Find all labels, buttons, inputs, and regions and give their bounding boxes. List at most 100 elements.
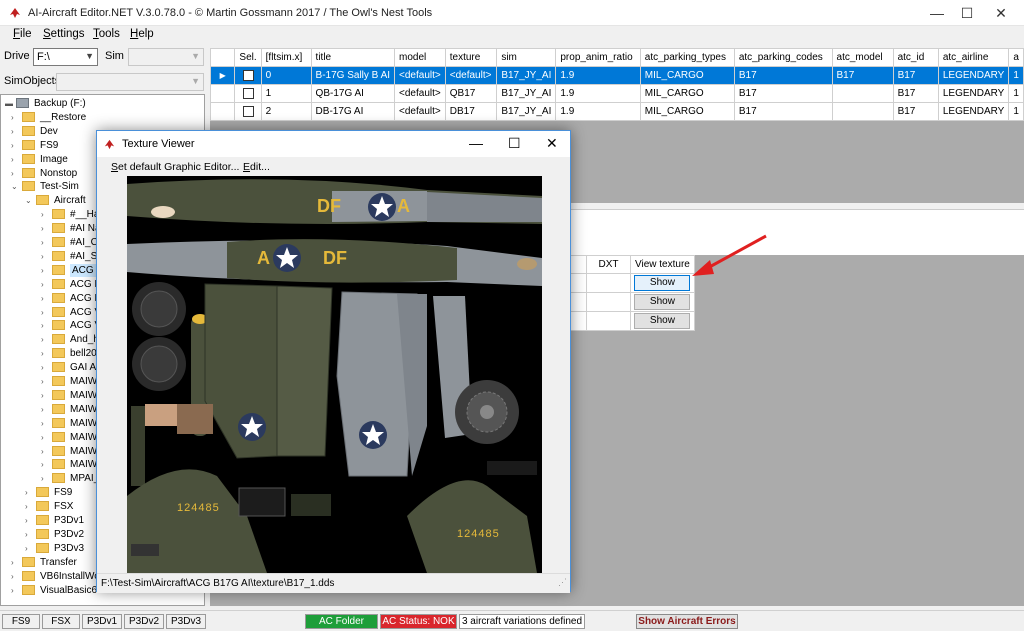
chevron-right-icon[interactable]: › [11, 556, 14, 569]
select-checkbox[interactable] [242, 69, 254, 81]
chevron-right-icon[interactable]: › [25, 486, 28, 499]
show-texture-button[interactable]: Show [634, 294, 691, 310]
table-cell-model[interactable]: <default> [394, 66, 446, 85]
show-texture-button[interactable]: Show [634, 313, 691, 329]
chevron-down-icon[interactable]: ⌄ [11, 180, 18, 193]
chevron-right-icon[interactable]: › [41, 333, 44, 346]
chevron-right-icon[interactable]: › [11, 139, 14, 152]
select-checkbox[interactable] [242, 105, 254, 117]
chevron-right-icon[interactable]: › [41, 417, 44, 430]
texture-viewer-titlebar[interactable]: Texture Viewer — ☐ ✕ [97, 131, 570, 157]
table-cell-fltsim[interactable]: 2 [260, 102, 312, 121]
chevron-right-icon[interactable]: › [11, 570, 14, 583]
table-cell-atc-model[interactable] [831, 84, 894, 103]
table-row[interactable]: ▶ 0 B-17G Sally B AI <default> <default> B17_… [209, 66, 1024, 85]
table-cell-airline[interactable]: LEGENDARY [937, 66, 1010, 85]
table-cell-model[interactable]: <default> [394, 102, 446, 121]
table-cell-airline[interactable]: LEGENDARY [937, 102, 1010, 121]
table-cell-prop[interactable]: 1.9 [555, 102, 641, 121]
table-cell-atc-model[interactable]: B17 [831, 66, 894, 85]
column-header[interactable]: texture [444, 48, 498, 67]
tv-minimize-button[interactable]: — [469, 135, 483, 151]
chevron-right-icon[interactable]: › [41, 347, 44, 360]
chevron-right-icon[interactable]: › [25, 514, 28, 527]
table-cell-sim[interactable]: B17_JY_AI [496, 84, 557, 103]
menu-file[interactable]: File [13, 28, 32, 40]
column-header[interactable]: a [1008, 48, 1024, 67]
table-row[interactable]: 1 QB-17G AI <default> QB17 B17_JY_AI 1.9 MIL_C… [209, 84, 1024, 103]
chevron-down-icon[interactable]: ⌄ [25, 194, 32, 207]
table-cell-texture[interactable]: QB17 [444, 84, 498, 103]
chevron-right-icon[interactable]: › [41, 236, 44, 249]
table-cell-ptypes[interactable]: MIL_CARGO [639, 84, 735, 103]
chevron-right-icon[interactable]: › [25, 542, 28, 555]
table-cell-a[interactable]: 1 [1008, 66, 1024, 85]
table-cell-model[interactable]: <default> [394, 84, 446, 103]
chevron-right-icon[interactable]: › [41, 361, 44, 374]
chevron-right-icon[interactable]: › [11, 584, 14, 597]
chevron-right-icon[interactable]: › [25, 528, 28, 541]
column-header[interactable]: Sel. [234, 48, 262, 67]
table-cell-atc-model[interactable] [831, 102, 894, 121]
table-cell-pcodes[interactable]: B17 [733, 102, 833, 121]
column-header[interactable]: [fltsim.x] [260, 48, 312, 67]
chevron-right-icon[interactable]: › [25, 500, 28, 513]
drive-combo[interactable]: F:\ ▼ [33, 48, 98, 66]
simobjects-combo[interactable]: ▼ [56, 73, 204, 91]
menu-tools[interactable]: Tools [93, 28, 120, 40]
row-header[interactable]: ▶ [209, 66, 236, 85]
sim-combo[interactable]: ▼ [128, 48, 204, 66]
chevron-right-icon[interactable]: › [41, 278, 44, 291]
chevron-right-icon[interactable]: › [11, 167, 14, 180]
table-cell-sim[interactable]: B17_JY_AI [496, 102, 557, 121]
table-cell-ptypes[interactable]: MIL_CARGO [639, 102, 735, 121]
column-header[interactable]: title [310, 48, 396, 67]
table-cell-airline[interactable]: LEGENDARY [937, 84, 1010, 103]
table-cell-pcodes[interactable]: B17 [733, 66, 833, 85]
chevron-right-icon[interactable]: › [11, 153, 14, 166]
chevron-right-icon[interactable]: › [41, 250, 44, 263]
chevron-right-icon[interactable]: › [41, 389, 44, 402]
tv-maximize-button[interactable]: ☐ [508, 135, 521, 152]
column-header[interactable]: prop_anim_ratio [555, 48, 641, 67]
table-cell-prop[interactable]: 1.9 [555, 84, 641, 103]
table-cell-texture[interactable]: <default> [444, 66, 498, 85]
table-row[interactable]: 2 DB-17G AI <default> DB17 B17_JY_AI 1.9 MIL_C… [209, 102, 1024, 121]
table-cell-fltsim[interactable]: 1 [260, 84, 312, 103]
table-cell-prop[interactable]: 1.9 [555, 66, 641, 85]
chevron-right-icon[interactable]: › [41, 292, 44, 305]
minimize-button[interactable]: — [920, 0, 954, 26]
chevron-right-icon[interactable]: › [41, 208, 44, 221]
maximize-button[interactable]: ☐ [950, 0, 984, 26]
table-cell-atc-id[interactable]: B17 [892, 102, 939, 121]
chevron-right-icon[interactable]: › [41, 375, 44, 388]
table-cell-a[interactable]: 1 [1008, 102, 1024, 121]
resize-grip-icon[interactable]: ⋰ [558, 577, 567, 588]
table-cell-title[interactable]: B-17G Sally B AI [310, 66, 396, 85]
table-cell-atc-id[interactable]: B17 [892, 66, 939, 85]
tv-close-button[interactable]: ✕ [546, 135, 558, 152]
table-cell-sim[interactable]: B17_JY_AI [496, 66, 557, 85]
row-header[interactable] [209, 84, 236, 103]
chevron-right-icon[interactable]: › [41, 445, 44, 458]
chevron-right-icon[interactable]: › [11, 111, 14, 124]
table-cell-pcodes[interactable]: B17 [733, 84, 833, 103]
row-header[interactable] [209, 102, 236, 121]
chevron-right-icon[interactable]: › [41, 458, 44, 471]
menu-help[interactable]: Help [130, 28, 154, 40]
chevron-right-icon[interactable]: › [41, 319, 44, 332]
show-aircraft-errors-button[interactable]: Show Aircraft Errors [636, 614, 738, 629]
chevron-right-icon[interactable]: › [41, 431, 44, 444]
table-cell-texture[interactable]: DB17 [444, 102, 498, 121]
chevron-right-icon[interactable]: › [11, 125, 14, 138]
select-checkbox[interactable] [242, 87, 254, 99]
close-button[interactable]: ✕ [984, 0, 1018, 26]
table-cell-ptypes[interactable]: MIL_CARGO [639, 66, 735, 85]
table-cell-title[interactable]: DB-17G AI [310, 102, 396, 121]
table-cell-a[interactable]: 1 [1008, 84, 1024, 103]
column-header[interactable]: atc_parking_types [639, 48, 735, 67]
drive-icon[interactable]: ▬ [5, 97, 13, 110]
column-header[interactable]: sim [496, 48, 557, 67]
table-cell-atc-id[interactable]: B17 [892, 84, 939, 103]
chevron-right-icon[interactable]: › [41, 403, 44, 416]
